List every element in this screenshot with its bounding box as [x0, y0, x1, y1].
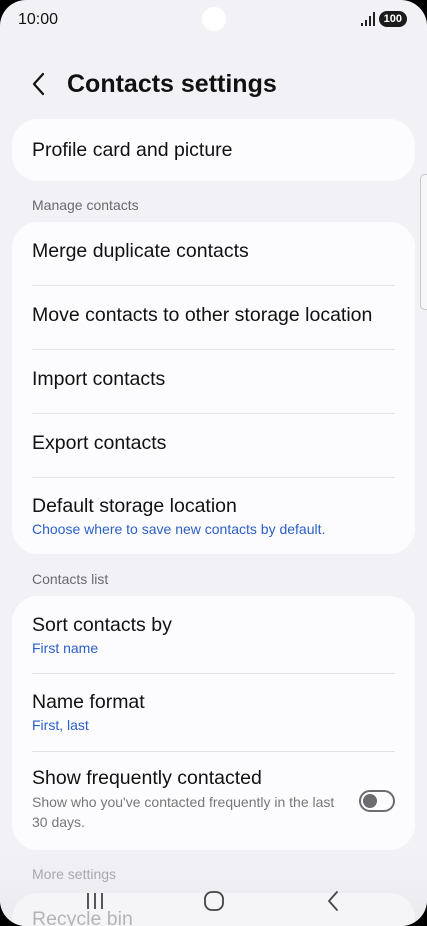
battery-icon: 100	[378, 11, 407, 27]
recent-apps-icon	[87, 893, 103, 909]
row-title: Export contacts	[32, 432, 167, 454]
section-label-contacts-list: Contacts list	[32, 571, 109, 587]
row-title: Show frequently contacted	[32, 767, 262, 789]
page-title: Contacts settings	[67, 70, 277, 98]
row-description: Show who you've contacted frequently in …	[32, 794, 335, 830]
toggle-knob	[363, 794, 377, 808]
home-icon	[204, 891, 224, 911]
camera-icon	[202, 7, 226, 31]
row-value: First, last	[32, 717, 89, 733]
manage-contacts-card: Merge duplicate contacts Move contacts t…	[12, 222, 415, 554]
screen: 10:00 100 Contacts settings Profile card…	[0, 0, 427, 926]
scrollbar-handle[interactable]	[420, 174, 427, 310]
row-title: Profile card and picture	[32, 139, 233, 161]
back-button[interactable]	[26, 68, 54, 100]
row-title: Default storage location	[32, 495, 237, 517]
frequently-contacted-toggle[interactable]	[359, 790, 395, 812]
row-title: Sort contacts by	[32, 614, 172, 636]
default-storage-location-row[interactable]: Default storage location Choose where to…	[12, 478, 415, 554]
row-title: Name format	[32, 691, 145, 713]
back-nav-button[interactable]	[318, 888, 348, 914]
row-subtitle: Choose where to save new contacts by def…	[32, 521, 326, 537]
export-contacts-row[interactable]: Export contacts	[12, 414, 415, 477]
contacts-list-card: Sort contacts by First name Name format …	[12, 596, 415, 850]
header: Contacts settings	[0, 60, 427, 108]
back-icon	[328, 891, 338, 911]
row-title: Import contacts	[32, 368, 166, 390]
status-bar: 10:00 100	[0, 0, 427, 44]
status-time: 10:00	[18, 11, 59, 28]
sort-contacts-by-row[interactable]: Sort contacts by First name	[12, 596, 415, 673]
merge-duplicate-contacts-row[interactable]: Merge duplicate contacts	[12, 222, 415, 285]
row-value: First name	[32, 640, 99, 656]
name-format-row[interactable]: Name format First, last	[12, 674, 415, 751]
recent-apps-button[interactable]	[80, 888, 110, 914]
section-label-manage-contacts: Manage contacts	[32, 197, 139, 213]
signal-icon	[360, 12, 375, 26]
navigation-bar	[0, 880, 427, 920]
show-frequently-contacted-row[interactable]: Show frequently contacted Show who you'v…	[12, 752, 415, 850]
profile-card-row[interactable]: Profile card and picture	[12, 119, 415, 181]
profile-card: Profile card and picture	[12, 119, 415, 181]
chevron-left-icon	[32, 72, 45, 96]
move-contacts-row[interactable]: Move contacts to other storage location	[12, 286, 415, 349]
status-icons: 100	[360, 11, 407, 27]
row-title: Merge duplicate contacts	[32, 240, 249, 262]
home-button[interactable]	[199, 888, 229, 914]
row-title: Move contacts to other storage location	[32, 304, 373, 326]
import-contacts-row[interactable]: Import contacts	[12, 350, 415, 413]
